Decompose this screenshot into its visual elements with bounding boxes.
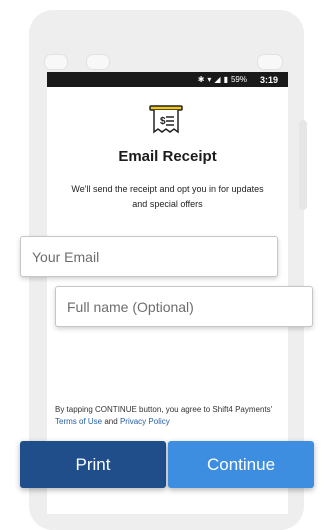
bluetooth-icon: ✱ <box>197 75 205 84</box>
email-field[interactable] <box>20 236 278 277</box>
page-subtitle: We'll send the receipt and opt you in fo… <box>71 184 264 209</box>
terms-of-use-link[interactable]: Terms of Use <box>55 417 102 426</box>
receipt-icon: $ <box>149 105 183 134</box>
legal-prefix: By tapping CONTINUE button, you agree to… <box>55 405 273 414</box>
page-title: Email Receipt <box>118 148 217 165</box>
wifi-icon: ▾ <box>207 75 212 84</box>
full-name-input[interactable] <box>65 297 312 316</box>
email-input[interactable] <box>30 247 277 266</box>
device-side-button <box>299 120 307 210</box>
full-name-field[interactable] <box>55 286 313 327</box>
battery-percent: 59% <box>230 75 247 84</box>
continue-button[interactable]: Continue <box>168 441 314 488</box>
signal-icon: ◢ <box>214 75 221 84</box>
legal-text: By tapping CONTINUE button, you agree to… <box>55 404 281 428</box>
status-icons: ✱ ▾ ◢ ▮ 59% <box>198 75 247 84</box>
svg-text:$: $ <box>160 116 166 127</box>
device-button-right <box>257 54 283 70</box>
legal-and: and <box>104 417 118 426</box>
status-bar: ✱ ▾ ◢ ▮ 59% 3:19 <box>47 72 288 87</box>
battery-icon: ▮ <box>223 75 228 84</box>
clock: 3:19 <box>259 74 278 85</box>
device-button-mid <box>86 54 110 70</box>
print-button[interactable]: Print <box>20 441 166 488</box>
privacy-policy-link[interactable]: Privacy Policy <box>120 417 170 426</box>
device-button-left <box>44 54 68 70</box>
